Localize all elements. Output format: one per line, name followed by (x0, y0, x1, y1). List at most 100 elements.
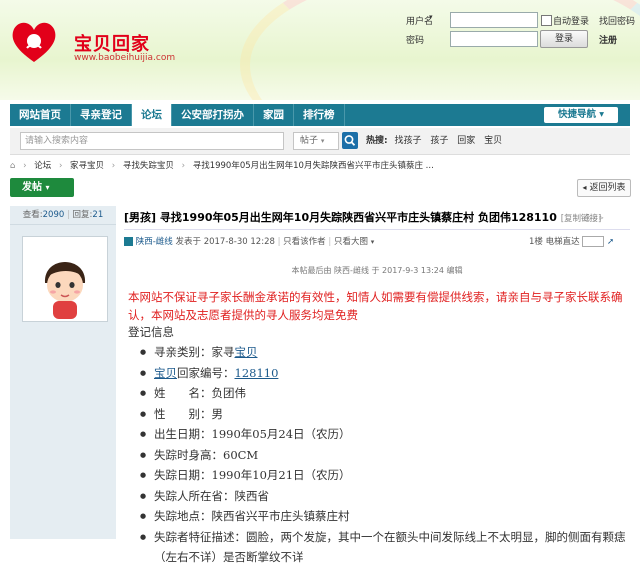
post-button-label: 发帖 (22, 182, 42, 193)
search-type-select[interactable]: 帖子 ▾ (293, 132, 339, 150)
list-item: 姓 名：负团伟 (140, 383, 626, 404)
hot-term[interactable]: 孩子 (430, 136, 448, 146)
hot-term[interactable]: 找孩子 (394, 136, 421, 146)
registration-title: 登记信息 (128, 325, 174, 339)
post-button[interactable]: 发帖 ▾ (10, 178, 74, 197)
view-large-link[interactable]: 只看大图 (334, 237, 368, 247)
logo-heart-icon (12, 22, 56, 62)
username-dropdown-icon[interactable]: ▾ (429, 13, 433, 21)
prev-thread-icon[interactable]: ◃ (593, 213, 597, 222)
logo-url: www.baobeihuijia.com (74, 53, 176, 63)
hot-term[interactable]: 回家 (457, 136, 475, 146)
search-type-value: 帖子 (300, 136, 319, 146)
meta-divider: | (328, 237, 332, 247)
username-input[interactable] (450, 12, 538, 28)
views-count: 2090 (42, 210, 65, 220)
floor-jump-input[interactable] (582, 236, 605, 247)
nav-item-forum[interactable]: 论坛 (132, 104, 172, 126)
baobei-link[interactable]: 宝贝 (235, 345, 258, 359)
back-arrow-icon: ◂ (582, 183, 587, 192)
list-item: 失踪时身高：60CM (140, 445, 626, 466)
next-thread-icon[interactable]: ▹ (600, 213, 604, 222)
chevron-down-icon: ▾ (599, 109, 605, 120)
remember-label: 自动登录 (553, 17, 590, 27)
site-header: 宝贝回家 www.baobeihuijia.com 用户名 ▾ 自动登录 找回密… (0, 0, 640, 100)
back-to-list-button[interactable]: ◂ 返回列表 (577, 179, 631, 197)
search-input[interactable]: 请输入搜索内容 (20, 132, 284, 150)
login-button[interactable]: 登录 (540, 30, 588, 48)
baobei-link[interactable]: 宝贝 (154, 366, 177, 380)
post-author[interactable]: 陕西-雌线 (136, 237, 173, 247)
breadcrumb-item[interactable]: 论坛 (34, 161, 51, 171)
breadcrumb-item[interactable]: 寻找失踪宝贝 (123, 161, 174, 171)
thread-title-text: [男孩] 寻找1990年05月出生网年10月失踪陕西省兴平市庄头镇蔡庄村 负团伟… (124, 211, 557, 224)
disclaimer-text: 本网站不保证寻子家长酬金承诺的有效性，知情人如需要有偿提供线索，请亲自与寻子家长… (128, 290, 623, 322)
quick-nav-label: 快捷导航 (557, 109, 596, 120)
breadcrumb-sep: › (111, 161, 116, 171)
hot-search-label: 热搜: (366, 136, 388, 146)
stats-divider: | (66, 210, 70, 220)
breadcrumb-sep: › (23, 161, 27, 171)
password-input[interactable] (450, 31, 538, 47)
list-item: 出生日期：1990年05月24日（农历） (140, 424, 626, 445)
breadcrumb-sep: › (58, 161, 63, 171)
case-number-link[interactable]: 128110 (235, 366, 279, 380)
list-item: 失踪者特征描述：圆脸，两个发旋，其中一个在额头中间发际线上不太明显，脚的侧面有颗… (140, 527, 626, 568)
hot-search: 热搜: 找孩子 孩子 回家 宝贝 (366, 133, 508, 146)
avatar-image (44, 262, 86, 319)
remember-checkbox[interactable] (541, 15, 552, 26)
floor-info: 1楼 电梯直达 ➚ (529, 235, 630, 247)
thread-stats: 查看:2090 | 回复:21 (10, 206, 116, 225)
nav-item-ranking[interactable]: 排行榜 (294, 104, 345, 126)
author-only-link[interactable]: 只看该作者 (283, 237, 326, 247)
jump-arrow-icon[interactable]: ➚ (607, 237, 614, 247)
list-item: 失踪地点：陕西省兴平市庄头镇蔡庄村 (140, 506, 626, 527)
list-item: 失踪人所在省：陕西省 (140, 486, 626, 507)
chevron-down-icon: ▾ (370, 238, 375, 246)
views-label: 查看: (22, 210, 43, 220)
password-label: 密码 (406, 36, 425, 46)
thread-title: [男孩] 寻找1990年05月出生网年10月失踪陕西省兴平市庄头镇蔡庄村 负团伟… (124, 209, 630, 225)
floor-number: 1楼 (529, 237, 543, 247)
quick-nav-button[interactable]: 快捷导航 ▾ (544, 107, 618, 123)
direct-label: 电梯直达 (545, 237, 580, 247)
posted-prefix: 发表于 (175, 237, 201, 247)
nav-item-police[interactable]: 公安部打拐办 (172, 104, 254, 126)
online-status-icon (124, 237, 133, 246)
list-item: 宝贝回家编号：128110 (140, 363, 626, 384)
main-nav: 网站首页 寻亲登记 论坛 公安部打拐办 家园 排行榜 快捷导航 ▾ (10, 104, 630, 126)
title-divider (124, 229, 630, 230)
breadcrumb-sep: › (181, 161, 185, 171)
list-item: 寻亲类别：家寻宝贝 (140, 342, 626, 363)
breadcrumb-item[interactable]: 寻找1990年05月出生网年10月失踪陕西省兴平市庄头镇蔡庄 ... (193, 161, 434, 171)
item-label: 寻亲类别：家寻 (154, 345, 235, 359)
nav-item-home-garden[interactable]: 家园 (254, 104, 294, 126)
nav-item-home[interactable]: 网站首页 (10, 104, 71, 126)
register-link[interactable]: 注册 (599, 33, 617, 46)
chevron-down-icon: ▾ (45, 183, 50, 192)
replies-count: 21 (92, 210, 104, 220)
edit-note: 本帖最后由 陕西-雌线 于 2017-9-3 13:24 编辑 (291, 266, 463, 275)
meta-divider: | (277, 237, 281, 247)
search-icon (344, 135, 356, 146)
list-item: 性 别：男 (140, 404, 626, 425)
item-label: 回家编号： (177, 365, 235, 380)
home-icon[interactable]: ⌂ (10, 161, 15, 171)
posted-time: 2017-8-30 12:28 (203, 237, 275, 247)
list-item: 失踪日期：1990年10月21日（农历） (140, 465, 626, 486)
avatar[interactable] (22, 236, 108, 322)
hot-term[interactable]: 宝贝 (484, 136, 502, 146)
breadcrumb-item[interactable]: 家寻宝贝 (70, 161, 104, 171)
back-to-list-label: 返回列表 (589, 183, 626, 193)
nav-item-register[interactable]: 寻亲登记 (71, 104, 132, 126)
search-button[interactable] (342, 132, 358, 149)
thread-tools: ⎙ ◃ ▹ (584, 213, 604, 223)
breadcrumb: ⌂ › 论坛 › 家寻宝贝 › 寻找失踪宝贝 › 寻找1990年05月出生网年1… (10, 159, 630, 175)
post-meta: 陕西-雌线 发表于 2017-8-30 12:28 | 只看该作者 | 只看大图… (124, 235, 630, 251)
replies-label: 回复: (72, 210, 93, 220)
find-password-link[interactable]: 找回密码 (599, 14, 635, 27)
print-icon[interactable]: ⎙ (584, 213, 590, 222)
search-bar: 请输入搜索内容 帖子 ▾ 热搜: 找孩子 孩子 回家 宝贝 (10, 128, 630, 155)
registration-details: 寻亲类别：家寻宝贝 宝贝回家编号：128110 姓 名：负团伟 性 别：男 出生… (140, 342, 626, 568)
chevron-down-icon: ▾ (320, 137, 325, 145)
